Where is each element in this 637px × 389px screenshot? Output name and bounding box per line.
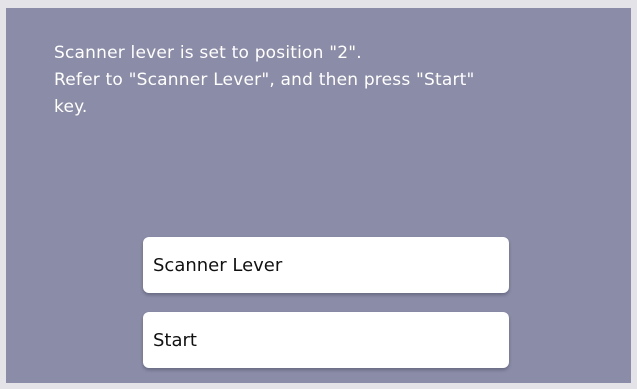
message-panel: Scanner lever is set to position "2". Re…	[6, 8, 631, 383]
display-screen: Scanner lever is set to position "2". Re…	[0, 0, 637, 389]
scanner-lever-button[interactable]: Scanner Lever	[143, 237, 509, 293]
scanner-lever-message: Scanner lever is set to position "2". Re…	[54, 40, 614, 121]
scanner-lever-button-label: Scanner Lever	[153, 254, 283, 276]
message-line-2: Refer to "Scanner Lever", and then press…	[54, 70, 475, 90]
message-line-3: key.	[54, 97, 88, 117]
start-button[interactable]: Start	[143, 312, 509, 368]
start-button-label: Start	[153, 329, 197, 351]
message-line-1: Scanner lever is set to position "2".	[54, 43, 362, 63]
